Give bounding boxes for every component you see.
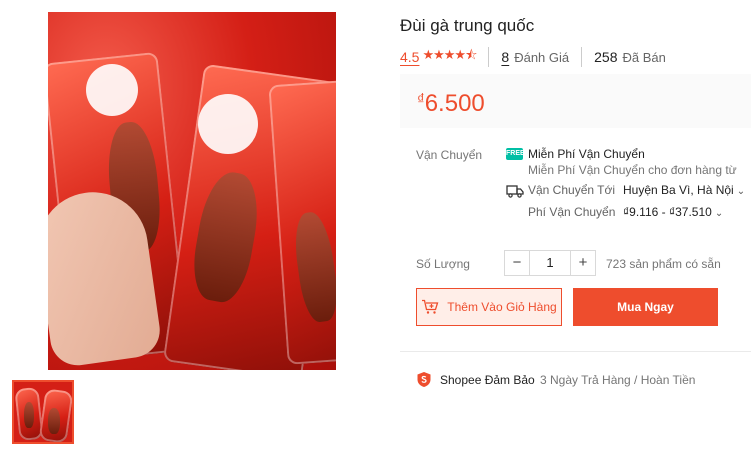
divider: [488, 47, 490, 67]
reviews-count[interactable]: 8: [501, 49, 509, 65]
currency-symbol: ₫: [417, 91, 425, 108]
quantity-input[interactable]: 1: [530, 251, 570, 275]
reviews-label: Đánh Giá: [514, 49, 570, 65]
ship-to-selector[interactable]: Huyện Ba Vì, Hà Nội ⌄: [623, 183, 745, 197]
truck-icon: [506, 185, 524, 198]
sold-label: Đã Bán: [622, 49, 666, 65]
ship-to-label: Vận Chuyển Tới: [528, 183, 616, 197]
chevron-down-icon: ⌄: [736, 186, 746, 197]
add-to-cart-label: Thêm Vào Giỏ Hàng: [447, 300, 557, 314]
chevron-down-icon: ⌄: [714, 208, 724, 219]
add-to-cart-button[interactable]: Thêm Vào Giỏ Hàng: [416, 288, 562, 326]
buy-now-button[interactable]: Mua Ngay: [573, 288, 718, 326]
free-shipping-icon: FREE: [506, 148, 525, 160]
free-shipping-title: Miễn Phí Vận Chuyển: [528, 147, 645, 161]
shipping-fee-value: ₫9.116 - ₫37.510: [623, 205, 712, 219]
guarantee-label[interactable]: Shopee Đảm Bảo: [440, 373, 535, 387]
quantity-label: Số Lượng: [416, 257, 470, 271]
shipping-label: Vận Chuyển: [416, 148, 483, 162]
quantity-decrease-button[interactable]: −: [505, 251, 530, 275]
ship-to-value: Huyện Ba Vì, Hà Nội: [623, 183, 734, 197]
divider: [581, 47, 583, 67]
product-thumbnail[interactable]: [12, 380, 74, 444]
price-box: ₫6.500: [400, 74, 751, 128]
price-value: 6.500: [424, 90, 485, 117]
rating-stars-icon: ★★★★⯪: [422, 47, 477, 62]
shield-icon: [417, 372, 431, 387]
product-title: Đùi gà trung quốc: [400, 16, 535, 35]
guarantee-text: 3 Ngày Trả Hàng / Hoàn Tiền: [540, 373, 696, 387]
divider: [400, 351, 751, 352]
free-shipping-subtitle: Miễn Phí Vận Chuyển cho đơn hàng từ: [528, 163, 737, 177]
sold-count: 258: [594, 49, 618, 65]
product-main-image[interactable]: [48, 12, 336, 370]
shipping-fee-selector[interactable]: ₫9.116 - ₫37.510 ⌄: [623, 205, 723, 219]
quantity-stepper: − 1 +: [504, 250, 596, 276]
product-price: ₫6.500: [417, 90, 485, 118]
rating-value[interactable]: 4.5: [400, 49, 419, 65]
cart-plus-icon: [422, 299, 439, 314]
shipping-fee-label: Phí Vận Chuyển: [528, 205, 616, 219]
stock-available: 723 sản phẩm có sẵn: [606, 257, 721, 271]
product-meta: 4.5 ★★★★⯪ 8 Đánh Giá 258 Đã Bán: [400, 47, 666, 67]
quantity-increase-button[interactable]: +: [570, 251, 595, 275]
